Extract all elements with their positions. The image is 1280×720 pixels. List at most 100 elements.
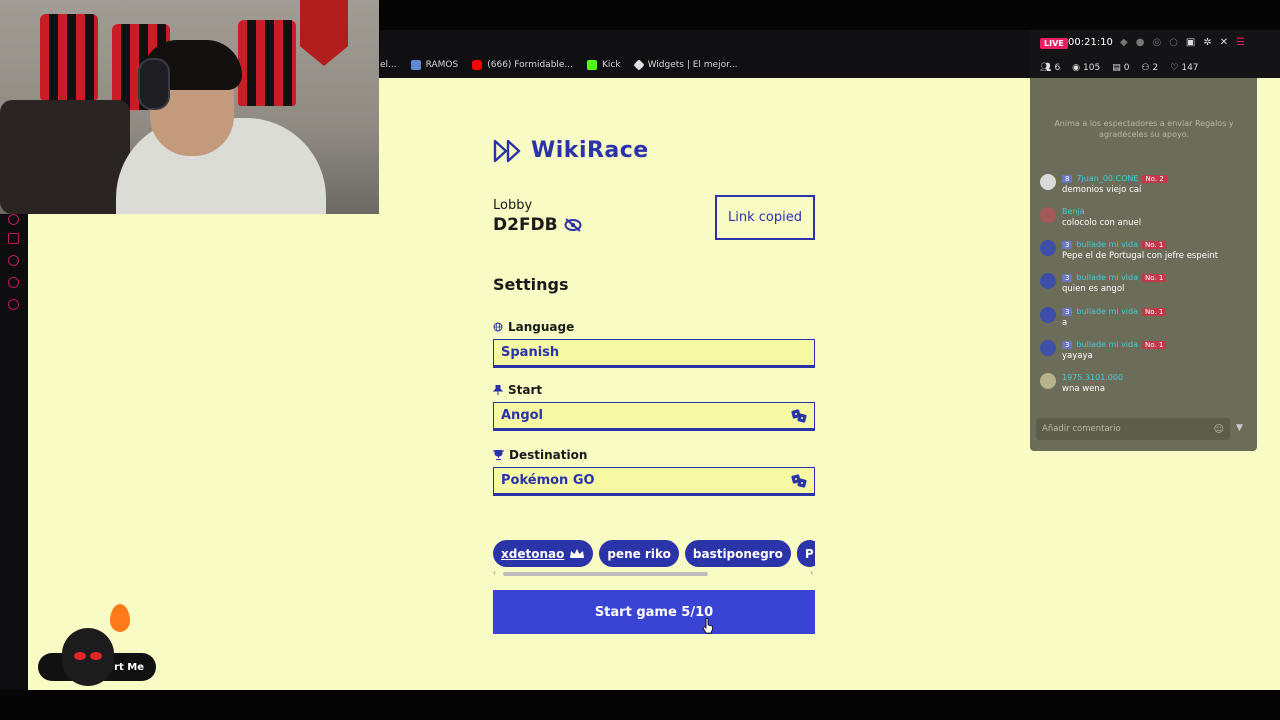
chat-user-line: 3 bullade mi vida No. 1 bbox=[1062, 273, 1167, 282]
bookmark-label: (666) Formidable... bbox=[487, 60, 574, 70]
toolbar-icon[interactable]: ◆ bbox=[1120, 37, 1128, 48]
add-user-icon: ⚇ bbox=[1141, 63, 1150, 73]
toolbar-icon[interactable]: ● bbox=[1136, 37, 1145, 48]
rank-badge: No. 1 bbox=[1142, 340, 1167, 349]
destination-label: Destination bbox=[509, 448, 588, 462]
flame-icon bbox=[110, 604, 130, 632]
users-icon: 👥︎ bbox=[1040, 63, 1052, 73]
toolbar-icon[interactable]: ○ bbox=[1169, 37, 1178, 48]
level-badge: 3 bbox=[1062, 240, 1073, 249]
start-input[interactable]: Angol bbox=[493, 402, 815, 431]
likes-stat: ♡ 147 bbox=[1170, 63, 1198, 73]
avatar bbox=[1040, 273, 1056, 289]
stat-value: 0 bbox=[1123, 63, 1130, 73]
sidebar-icon[interactable] bbox=[8, 277, 19, 288]
chat-user-line: 8 7juan_00.CONE No. 2 bbox=[1062, 174, 1167, 183]
player-name: xdetonao bbox=[501, 546, 565, 561]
hand-cursor-icon bbox=[702, 618, 714, 634]
comment-input[interactable]: Añadir comentario ☺ bbox=[1036, 418, 1230, 440]
lobby-label: Lobby bbox=[493, 198, 533, 213]
language-label: Language bbox=[508, 320, 575, 334]
clock-icon[interactable] bbox=[8, 255, 19, 266]
sidebar-icon[interactable] bbox=[8, 233, 19, 244]
players-scrollbar[interactable]: ‹ › bbox=[493, 569, 815, 577]
gear-icon[interactable]: ✲ bbox=[1203, 37, 1211, 48]
chat-username[interactable]: bullade mi vida bbox=[1076, 340, 1138, 349]
start-game-button[interactable]: Start game 5/10 bbox=[493, 590, 815, 634]
player-chip-host[interactable]: xdetonao bbox=[493, 540, 594, 567]
chat-username[interactable]: 7juan_00.CONE bbox=[1076, 174, 1138, 183]
players-list: xdetonao pene riko bastiponegro P bbox=[493, 540, 815, 568]
stat-value: 6 bbox=[1054, 63, 1061, 73]
live-badge: LIVE bbox=[1040, 38, 1068, 49]
gifts-stat: ▤ 0 bbox=[1112, 63, 1129, 73]
chat-text: wna wena bbox=[1062, 384, 1106, 394]
app-title: WikiRace bbox=[531, 138, 649, 163]
pin-icon bbox=[493, 385, 503, 395]
scroll-left-icon[interactable]: ‹ bbox=[493, 569, 496, 577]
rank-badge: No. 2 bbox=[1142, 174, 1167, 183]
player-chip[interactable]: bastiponegro bbox=[684, 540, 791, 567]
screen: el... RAMOS (666) Formidable... Kick Wid… bbox=[0, 0, 1280, 720]
left-sidebar bbox=[0, 214, 28, 690]
menu-icon[interactable]: ☰ bbox=[1236, 37, 1245, 48]
heart-icon: ♡ bbox=[1170, 63, 1179, 73]
avatar bbox=[1040, 340, 1056, 356]
chat-username[interactable]: bullade mi vida bbox=[1076, 273, 1138, 282]
headset-image bbox=[140, 60, 168, 108]
destination-input[interactable]: Pokémon GO bbox=[493, 467, 815, 496]
trophy-icon bbox=[493, 450, 504, 460]
widgets-icon bbox=[632, 59, 645, 71]
sidebar-icon[interactable] bbox=[8, 214, 19, 225]
chat-username[interactable]: Benja bbox=[1062, 207, 1085, 216]
destination-value: Pokémon GO bbox=[501, 473, 595, 488]
dice-icon[interactable] bbox=[791, 408, 807, 423]
bookmark-kick[interactable]: Kick bbox=[587, 60, 621, 70]
globe-icon bbox=[493, 322, 503, 332]
player-chip[interactable]: pene riko bbox=[599, 540, 679, 567]
bookmark-widgets[interactable]: Widgets | El mejor... bbox=[632, 59, 738, 71]
chat-username[interactable]: 1975.3101.000 bbox=[1062, 373, 1123, 382]
close-icon[interactable]: ✕ bbox=[1220, 37, 1228, 48]
overlay-toolbar: ◆ ● ◎ ○ ▣ ✲ ✕ ☰ bbox=[1120, 37, 1245, 48]
level-badge: 3 bbox=[1062, 340, 1073, 349]
dice-icon[interactable] bbox=[791, 473, 807, 488]
chat-user-line: 3 bullade mi vida No. 1 bbox=[1062, 307, 1167, 316]
bookmark-label: el... bbox=[380, 60, 397, 70]
avatar bbox=[1040, 240, 1056, 256]
bookmark-label: Widgets | El mejor... bbox=[647, 60, 738, 70]
bookmark-youtube[interactable]: (666) Formidable... bbox=[472, 60, 573, 70]
bookmark-ramos[interactable]: RAMOS bbox=[410, 60, 458, 70]
chat-text: yayaya bbox=[1062, 351, 1093, 361]
filter-icon[interactable]: ▼ bbox=[1236, 423, 1246, 433]
copy-link-button[interactable]: Link copied bbox=[715, 195, 815, 240]
chat-username[interactable]: bullade mi vida bbox=[1076, 307, 1138, 316]
scroll-right-icon[interactable]: › bbox=[810, 569, 813, 577]
gift-icon: ▤ bbox=[1112, 63, 1121, 73]
jersey-image bbox=[40, 14, 98, 100]
stat-value: 147 bbox=[1181, 63, 1199, 73]
webcam-overlay bbox=[0, 0, 379, 214]
chat-username[interactable]: bullade mi vida bbox=[1076, 240, 1138, 249]
bomb-mascot-image bbox=[62, 628, 114, 686]
youtube-icon bbox=[472, 60, 483, 70]
emoji-icon[interactable]: ☺ bbox=[1214, 424, 1224, 435]
toolbar-icon[interactable]: ◎ bbox=[1152, 37, 1161, 48]
language-select[interactable]: Spanish bbox=[493, 339, 815, 368]
avatar bbox=[1040, 307, 1056, 323]
scroll-thumb[interactable] bbox=[503, 572, 708, 576]
chat-user-line: 3 bullade mi vida No. 1 bbox=[1062, 340, 1167, 349]
language-value: Spanish bbox=[501, 345, 560, 360]
mascot-eye bbox=[74, 652, 86, 660]
eye-off-icon[interactable] bbox=[564, 218, 582, 232]
stream-timer: 00:21:10 bbox=[1068, 37, 1113, 48]
level-badge: 8 bbox=[1062, 174, 1073, 183]
destination-label-row: Destination bbox=[493, 448, 587, 462]
bookmark-0[interactable]: el... bbox=[380, 60, 397, 70]
stat-value: 2 bbox=[1152, 63, 1159, 73]
lock-icon[interactable]: ▣ bbox=[1186, 37, 1195, 48]
alert-label: rt Me bbox=[114, 661, 144, 673]
player-chip[interactable]: P bbox=[796, 540, 815, 567]
wikirace-logo: WikiRace bbox=[493, 138, 649, 163]
gear-icon[interactable] bbox=[8, 299, 19, 310]
